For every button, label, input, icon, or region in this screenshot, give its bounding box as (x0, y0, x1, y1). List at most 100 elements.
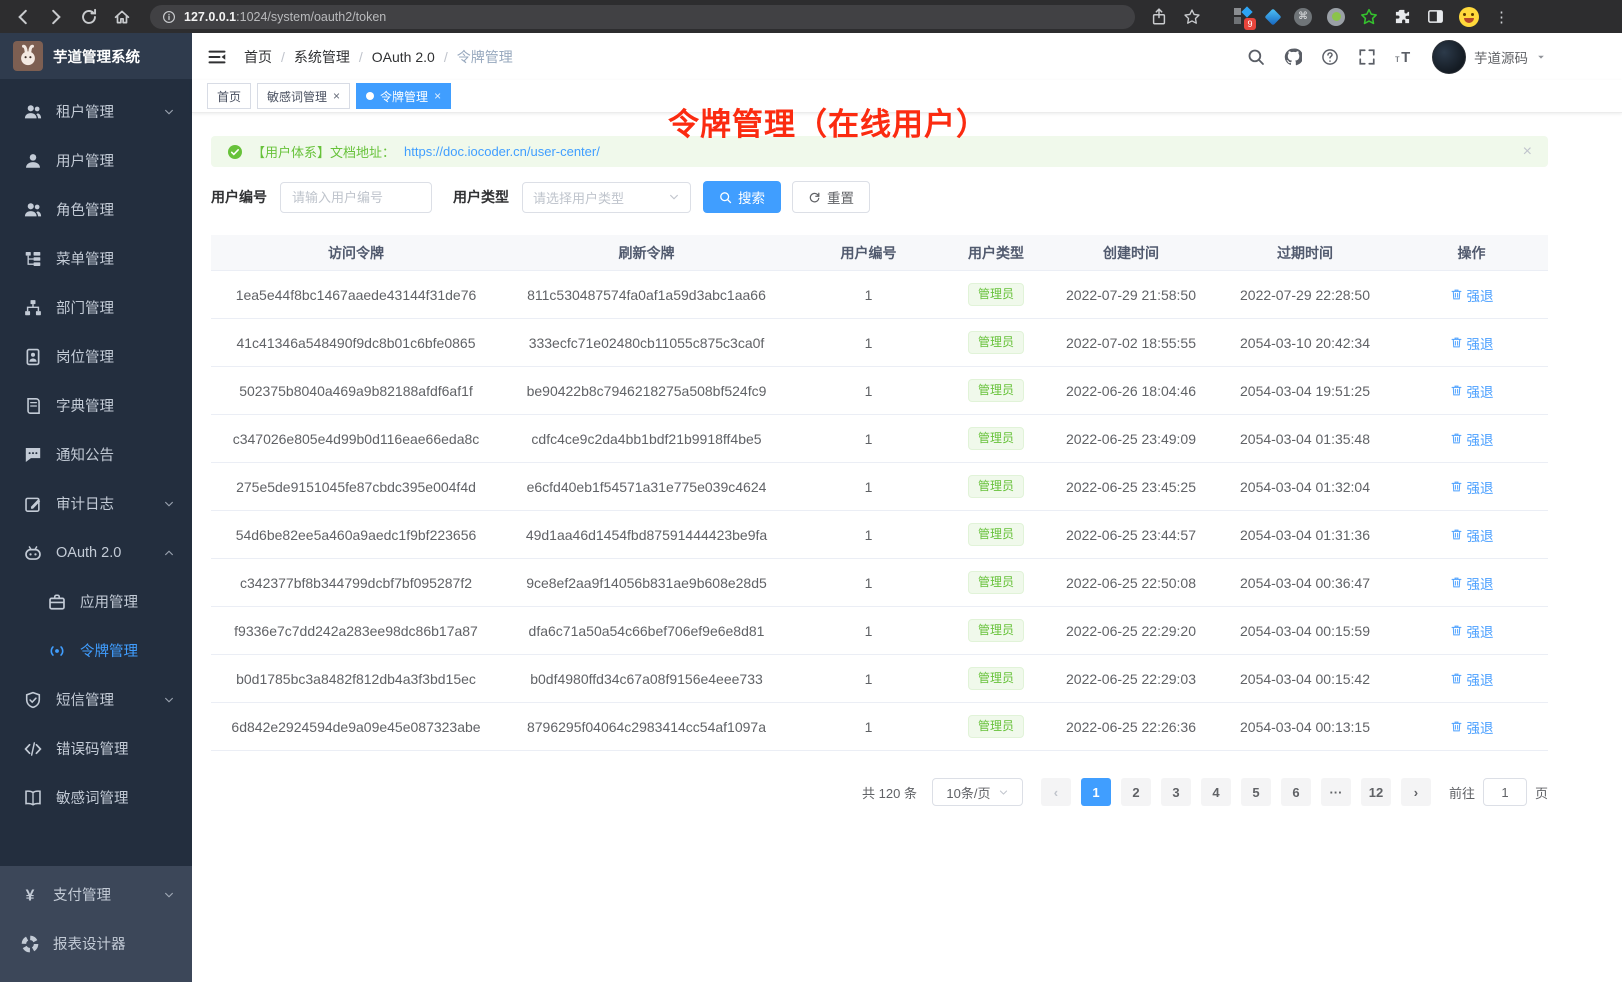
force-logout-button[interactable]: 强退 (1450, 525, 1494, 545)
force-logout-button[interactable]: 强退 (1450, 333, 1494, 353)
tab-令牌管理[interactable]: 令牌管理× (356, 83, 451, 109)
page-button-6[interactable]: 6 (1281, 778, 1311, 806)
briefcase-icon (48, 593, 66, 611)
sidebar-item-label: OAuth 2.0 (56, 545, 121, 561)
page-button-1[interactable]: 1 (1081, 778, 1111, 806)
sidebar-item-sms[interactable]: 短信管理 (0, 675, 192, 724)
trash-icon (1450, 432, 1463, 445)
sidebar-item-oauth2[interactable]: OAuth 2.0 (0, 528, 192, 577)
force-logout-button[interactable]: 强退 (1450, 621, 1494, 641)
bookmark-star-icon[interactable] (1183, 8, 1201, 26)
sidebar-item-tenant[interactable]: 租户管理 (0, 87, 192, 136)
extension-diamond-icon[interactable] (1265, 8, 1282, 25)
breadcrumb-item[interactable]: OAuth 2.0 (372, 49, 435, 65)
force-logout-button[interactable]: 强退 (1450, 381, 1494, 401)
force-logout-button[interactable]: 强退 (1450, 429, 1494, 449)
logo-image (13, 41, 43, 71)
table-row: c342377bf8b344799dcbf7bf095287f29ce8ef2a… (211, 559, 1548, 607)
search-icon[interactable] (1247, 48, 1265, 66)
force-logout-button[interactable]: 强退 (1450, 669, 1494, 689)
dictionary-icon (24, 397, 42, 415)
sidebar-item-dict[interactable]: 字典管理 (0, 381, 192, 430)
sidebar-item-menu[interactable]: 菜单管理 (0, 234, 192, 283)
trash-icon (1450, 480, 1463, 493)
extension-star-icon[interactable] (1360, 8, 1378, 26)
address-bar[interactable]: 127.0.0.1:1024/system/oauth2/token (150, 5, 1135, 29)
extensions-puzzle-icon[interactable] (1393, 8, 1411, 26)
extension-record-icon[interactable] (1327, 8, 1345, 26)
browser-home-icon[interactable] (113, 8, 131, 26)
force-logout-button[interactable]: 强退 (1450, 477, 1494, 497)
github-icon[interactable] (1284, 48, 1302, 66)
breadcrumb-item[interactable]: 首页 (244, 47, 272, 67)
sidebar-item-post[interactable]: 岗位管理 (0, 332, 192, 381)
cell-refresh-token: 333ecfc71e02480cb11055c875c3ca0f (501, 335, 792, 351)
browser-back-icon[interactable] (14, 8, 32, 26)
help-icon[interactable] (1321, 48, 1339, 66)
username: 芋道源码 (1474, 47, 1528, 67)
breadcrumb-item[interactable]: 系统管理 (294, 47, 350, 67)
open-book-icon (24, 789, 42, 807)
browser-forward-icon[interactable] (47, 8, 65, 26)
tab-敏感词管理[interactable]: 敏感词管理× (257, 83, 350, 109)
app-logo[interactable]: 芋道管理系统 (0, 33, 192, 79)
sidebar-item-notice[interactable]: 通知公告 (0, 430, 192, 479)
sidebar-item-oauth2-app[interactable]: 应用管理 (0, 577, 192, 626)
next-page-button[interactable]: › (1401, 778, 1431, 806)
announcement-icon (24, 446, 42, 464)
page-button-3[interactable]: 3 (1161, 778, 1191, 806)
force-logout-button[interactable]: 强退 (1450, 573, 1494, 593)
prev-page-button[interactable]: ‹ (1041, 778, 1071, 806)
user-icon (24, 152, 42, 170)
goto-page-input[interactable] (1483, 778, 1527, 806)
cell-user-id: 1 (792, 527, 945, 543)
browser-reload-icon[interactable] (80, 8, 98, 26)
user-menu[interactable]: 芋道源码 (1432, 40, 1546, 74)
tab-close-icon[interactable]: × (333, 89, 340, 103)
sidebar-item-error-code[interactable]: 错误码管理 (0, 724, 192, 773)
force-logout-button[interactable]: 强退 (1450, 285, 1494, 305)
site-info-icon[interactable] (162, 10, 176, 24)
token-table: 访问令牌刷新令牌用户编号用户类型创建时间过期时间操作 1ea5e44f8bc14… (211, 235, 1548, 751)
sidebar-item-pay[interactable]: ¥支付管理 (0, 870, 192, 919)
sidebar-item-oauth2-token[interactable]: 令牌管理 (0, 626, 192, 675)
more-pages-button[interactable]: ··· (1321, 778, 1351, 806)
alert-close-icon[interactable]: × (1523, 143, 1532, 161)
font-size-icon[interactable]: тT (1395, 48, 1413, 66)
sidebar-item-role[interactable]: 角色管理 (0, 185, 192, 234)
sidebar-item-sensitive-word[interactable]: 敏感词管理 (0, 773, 192, 822)
cell-created-time: 2022-06-25 23:44:57 (1047, 527, 1215, 543)
page-size-select[interactable]: 10条/页 (932, 778, 1023, 806)
tab-close-icon[interactable]: × (434, 89, 441, 103)
search-button[interactable]: 搜索 (703, 181, 781, 213)
doc-link[interactable]: https://doc.iocoder.cn/user-center/ (404, 144, 600, 159)
cell-refresh-token: dfa6c71a50a54c66bef706ef9e6e8d81 (501, 623, 792, 639)
sidebar-item-report-designer[interactable]: 报表设计器 (0, 919, 192, 968)
cell-created-time: 2022-06-25 23:45:25 (1047, 479, 1215, 495)
sidebar-collapse-icon[interactable] (207, 47, 227, 67)
breadcrumb-item: 令牌管理 (457, 47, 513, 67)
share-icon[interactable] (1150, 8, 1168, 26)
extension-command-icon[interactable]: ⌘ (1294, 8, 1312, 26)
user-type-select[interactable]: 请选择用户类型 (522, 182, 691, 213)
page-button-2[interactable]: 2 (1121, 778, 1151, 806)
page-button-4[interactable]: 4 (1201, 778, 1231, 806)
sidebar-item-audit-log[interactable]: 审计日志 (0, 479, 192, 528)
user-id-input[interactable] (280, 182, 432, 213)
tab-首页[interactable]: 首页 (207, 83, 251, 109)
browser-menu-icon[interactable]: ⋮ (1494, 8, 1509, 26)
page-size-value: 10条/页 (946, 783, 990, 802)
fullscreen-icon[interactable] (1358, 48, 1376, 66)
trash-icon (1450, 720, 1463, 733)
reset-button[interactable]: 重置 (792, 181, 870, 213)
sidebar-item-dept[interactable]: 部门管理 (0, 283, 192, 332)
sidebar-item-user[interactable]: 用户管理 (0, 136, 192, 185)
extension-grid-icon[interactable]: 9 (1234, 8, 1252, 26)
page-button-12[interactable]: 12 (1361, 778, 1391, 806)
page-button-5[interactable]: 5 (1241, 778, 1271, 806)
side-panel-icon[interactable] (1426, 8, 1444, 26)
browser-profile-avatar[interactable] (1459, 7, 1479, 27)
cell-created-time: 2022-06-25 23:49:09 (1047, 431, 1215, 447)
force-logout-button[interactable]: 强退 (1450, 717, 1494, 737)
chevron-down-icon (163, 889, 175, 901)
